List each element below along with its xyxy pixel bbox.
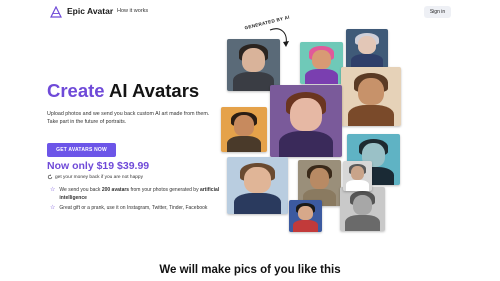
portrait-bearded-man (341, 67, 401, 126)
portrait-man-smile (343, 161, 372, 191)
avatar-face (298, 205, 313, 221)
avatar-body (305, 68, 338, 84)
avatar-body (226, 135, 262, 152)
avatar-face (241, 48, 266, 73)
avatar-face (352, 194, 373, 216)
avatar-body (345, 215, 380, 231)
portrait-woman-dark-hair (227, 39, 280, 91)
avatar-body (346, 180, 369, 191)
section-heading: We will make pics of you like this (159, 264, 341, 276)
avatar-body (351, 53, 383, 68)
avatar-face (312, 49, 331, 69)
avatar-face (357, 77, 385, 105)
portrait-woman-fantasy (270, 85, 342, 157)
avatar-body (234, 193, 281, 214)
avatar-face (351, 166, 364, 181)
avatar-face (233, 115, 255, 136)
portrait-superhero (289, 200, 322, 232)
avatar-body (292, 220, 319, 232)
avatar-face (310, 168, 329, 190)
avatar-body (348, 104, 394, 126)
avatar-face (244, 167, 271, 194)
avatar-face (290, 97, 322, 132)
portrait-man-orange-bg (221, 107, 267, 152)
portrait-couple-photo (227, 157, 288, 214)
portrait-royal-old-woman (346, 29, 388, 68)
portrait-colorful-man (300, 42, 343, 84)
avatar-gallery: GENERATED BY AI (0, 0, 500, 281)
avatar-body (278, 131, 334, 157)
avatar-face (357, 36, 377, 54)
avatar-body (233, 72, 274, 91)
portrait-armored-figure (340, 187, 385, 231)
